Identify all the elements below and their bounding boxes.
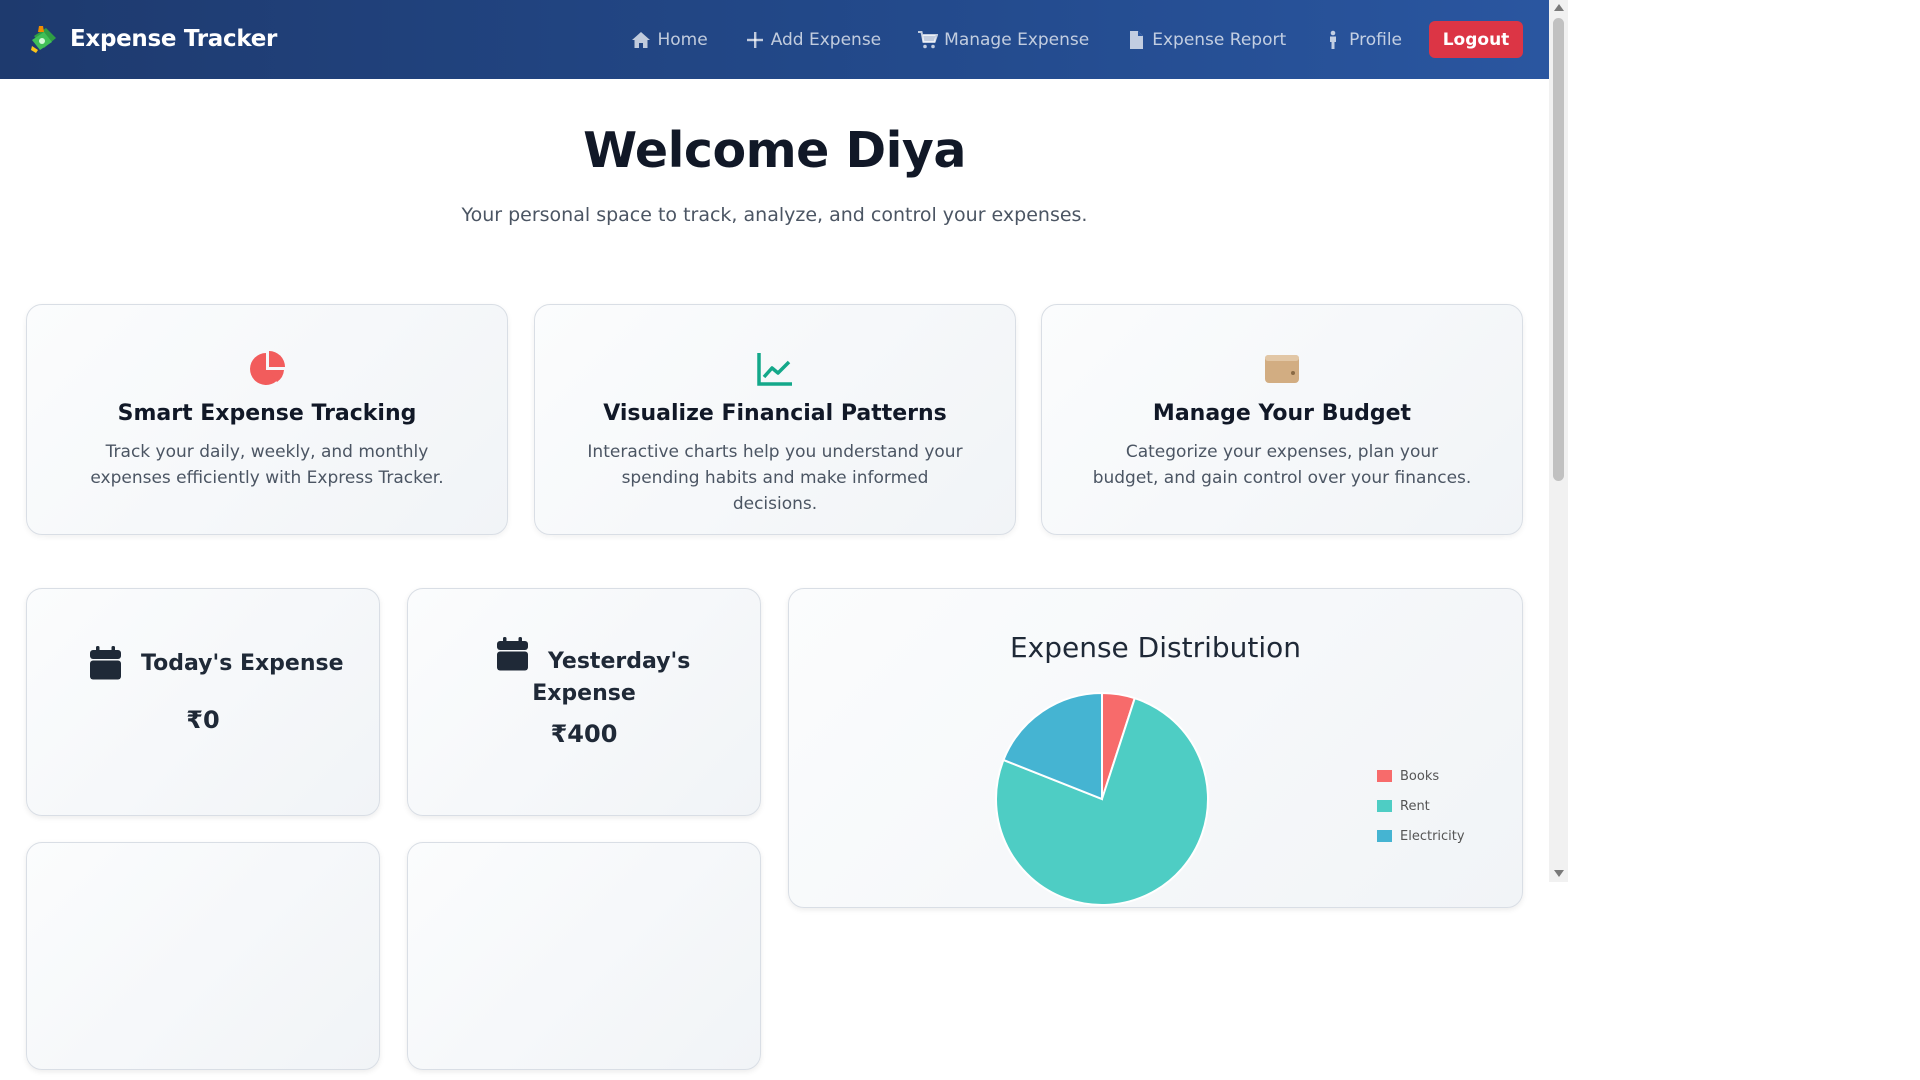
money-icon (31, 26, 56, 53)
today-expense-card: Today's Expense ₹0 (26, 588, 380, 816)
stat-card-partial (407, 842, 761, 1070)
legend-item[interactable]: Books (1377, 761, 1465, 791)
legend-swatch (1377, 830, 1392, 842)
feature-title: Visualize Financial Patterns (603, 401, 947, 426)
pie-chart-icon (250, 351, 285, 385)
feature-title: Manage Your Budget (1152, 401, 1412, 426)
logout-button[interactable]: Logout (1429, 21, 1523, 58)
scrollbar[interactable] (1549, 0, 1568, 882)
pie-chart[interactable] (789, 589, 1523, 908)
legend-item[interactable]: Electricity (1377, 821, 1465, 851)
stat-card-partial (26, 842, 380, 1070)
navbar: Expense Tracker Home Add Expense Manage … (0, 0, 1549, 79)
today-expense-value: ₹0 (186, 706, 220, 734)
line-chart-icon (757, 353, 792, 386)
plus-icon (746, 31, 763, 48)
brand-name: Expense Tracker (70, 26, 278, 52)
legend-swatch (1377, 800, 1392, 812)
nav-profile[interactable]: Profile (1323, 21, 1402, 58)
home-icon (632, 31, 651, 48)
nav-home[interactable]: Home (631, 21, 708, 58)
legend-item[interactable]: Rent (1377, 791, 1465, 821)
legend-label: Rent (1400, 798, 1430, 814)
feature-title: Smart Expense Tracking (117, 401, 417, 426)
scroll-up-arrow-icon[interactable] (1554, 4, 1564, 11)
yesterday-expense-value: ₹400 (550, 720, 618, 748)
legend-swatch (1377, 770, 1392, 782)
chart-legend: Books Rent Electricity (1377, 761, 1465, 851)
calendar-icon (497, 636, 528, 670)
feature-description: Track your daily, weekly, and monthly ex… (90, 442, 444, 488)
calendar-icon (90, 646, 121, 680)
feature-card-budget: Manage Your Budget Categorize your expen… (1041, 304, 1523, 535)
legend-label: Electricity (1400, 828, 1465, 844)
feature-card-visualize: Visualize Financial Patterns Interactive… (534, 304, 1016, 535)
today-expense-title: Today's Expense (141, 650, 344, 676)
nav-manage-expense-label: Manage Expense (944, 29, 1090, 50)
scroll-thumb[interactable] (1553, 18, 1564, 481)
nav-profile-label: Profile (1349, 29, 1402, 50)
page-subtitle: Your personal space to track, analyze, a… (461, 204, 1088, 226)
page-title: Welcome Diya (583, 122, 966, 179)
person-icon (1330, 30, 1337, 49)
nav-manage-expense[interactable]: Manage Expense (918, 21, 1089, 58)
yesterday-expense-title-line2: Expense (532, 681, 636, 706)
wallet-icon (1265, 355, 1299, 383)
nav-expense-report[interactable]: Expense Report (1126, 21, 1286, 58)
legend-label: Books (1400, 768, 1440, 784)
brand[interactable]: Expense Tracker (30, 24, 277, 54)
cart-icon (918, 30, 939, 48)
yesterday-expense-title-line1: Yesterday's (548, 649, 691, 674)
nav-home-label: Home (657, 29, 708, 50)
file-icon (1130, 30, 1144, 49)
nav-add-expense-label: Add Expense (770, 29, 882, 50)
feature-card-tracking: Smart Expense Tracking Track your daily,… (26, 304, 508, 535)
nav-add-expense[interactable]: Add Expense (745, 21, 881, 58)
yesterday-expense-card: Yesterday's Expense ₹400 (407, 588, 761, 816)
feature-description: Categorize your expenses, plan your budg… (1092, 442, 1472, 488)
feature-description: Interactive charts help you understand y… (587, 442, 963, 514)
nav-links: Home Add Expense Manage Expense Expense … (594, 21, 1523, 58)
scroll-down-arrow-icon[interactable] (1554, 870, 1564, 877)
nav-expense-report-label: Expense Report (1152, 29, 1287, 50)
expense-distribution-card: Expense Distribution Books Rent Electric… (788, 588, 1523, 908)
